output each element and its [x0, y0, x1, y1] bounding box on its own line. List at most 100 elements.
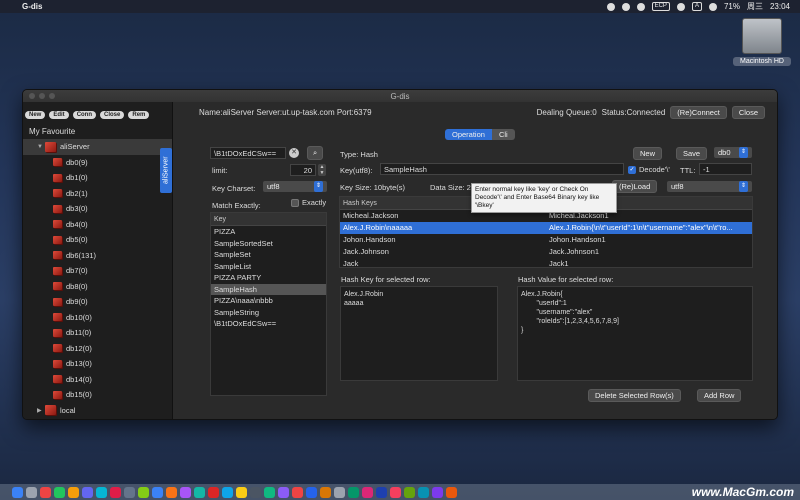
dock-app-icon[interactable]: [54, 486, 65, 498]
dock-app-icon[interactable]: [82, 486, 93, 498]
key-column-header[interactable]: Key: [211, 213, 326, 226]
tree-db-item[interactable]: db7(0): [23, 263, 172, 279]
tree-db-item[interactable]: db14(0): [23, 372, 172, 388]
input-method-badge[interactable]: ECP: [651, 2, 670, 11]
day-label[interactable]: 周三: [747, 1, 763, 12]
dock-app-icon[interactable]: [432, 486, 443, 498]
search-button[interactable]: ⌕: [307, 146, 324, 160]
server-side-tab[interactable]: aliServer: [160, 148, 172, 193]
table-row[interactable]: Jack Jack1: [340, 258, 752, 270]
dock-app-icon[interactable]: [348, 486, 359, 498]
key-list-item[interactable]: PIZZA PARTY: [211, 272, 326, 284]
reload-button[interactable]: (Re)Load: [612, 180, 658, 193]
tree-db-item[interactable]: db5(0): [23, 232, 172, 248]
key-list-item[interactable]: SampleSet: [211, 249, 326, 261]
chevron-down-icon[interactable]: ▼: [37, 144, 45, 150]
clear-search-icon[interactable]: ✕: [289, 148, 299, 158]
ttl-input[interactable]: -1: [699, 163, 752, 175]
dock-app-icon[interactable]: [390, 486, 401, 498]
title-bar[interactable]: G-dis: [23, 90, 777, 102]
new-key-button[interactable]: New: [633, 147, 663, 160]
save-key-button[interactable]: Save: [676, 147, 708, 160]
dock-app-icon[interactable]: [362, 486, 373, 498]
dock-app-icon[interactable]: [180, 486, 191, 498]
close-button[interactable]: Close: [731, 105, 765, 119]
table-row-selected[interactable]: Alex.J.Robin\naaaaa Alex.J.Robin{\n\t"us…: [340, 222, 752, 234]
dock-app-icon[interactable]: [26, 486, 37, 498]
key-charset-select[interactable]: utf8 ⇕: [263, 181, 327, 192]
new-connection-button[interactable]: New: [25, 111, 46, 119]
dock-app-icon[interactable]: [446, 486, 457, 498]
tree-local-item[interactable]: ▶ local: [23, 403, 172, 419]
key-name-input[interactable]: SampleHash: [380, 163, 624, 175]
close-window-icon[interactable]: [29, 93, 35, 99]
limit-stepper[interactable]: ▲ ▼: [318, 164, 326, 176]
hash-value-textarea[interactable]: Alex.J.Robin{ "userId":1 "username":"ale…: [517, 286, 753, 381]
zoom-window-icon[interactable]: [49, 93, 55, 99]
table-row[interactable]: Johon.Handson Johon.Handson1: [340, 234, 752, 246]
status-icon[interactable]: [606, 2, 615, 11]
tree-db-item[interactable]: db9(0): [23, 294, 172, 310]
dock-app-icon[interactable]: [222, 486, 233, 498]
edit-connection-button[interactable]: Edit: [49, 111, 69, 119]
exactly-checkbox[interactable]: Exactly: [291, 198, 326, 208]
key-list-item[interactable]: PIZZA\naaa\nbbb: [211, 295, 326, 307]
key-list-item[interactable]: SampleList: [211, 261, 326, 273]
wifi-icon[interactable]: [708, 2, 717, 11]
key-list-item[interactable]: PIZZA: [211, 226, 326, 238]
desktop-drive[interactable]: Macintosh HD: [733, 18, 791, 66]
add-row-button[interactable]: Add Row: [697, 389, 742, 402]
db-select[interactable]: db0 ⇕: [714, 147, 752, 158]
tree-db-item[interactable]: db11(0): [23, 325, 172, 341]
app-menu-name[interactable]: G-dis: [22, 2, 42, 11]
dock-app-icon[interactable]: [250, 486, 261, 498]
key-list-item[interactable]: SampleSortedSet: [211, 238, 326, 250]
dock-app-icon[interactable]: [68, 486, 79, 498]
dock-app-icon[interactable]: [194, 486, 205, 498]
dock-app-icon[interactable]: [264, 486, 275, 498]
tree-db-item[interactable]: db0(9): [23, 155, 172, 171]
close-connection-button[interactable]: Close: [100, 111, 125, 119]
tree-db-item[interactable]: db3(0): [23, 201, 172, 217]
dock-app-icon[interactable]: [12, 486, 23, 498]
tree-db-item[interactable]: db4(0): [23, 217, 172, 233]
status-icon[interactable]: [636, 2, 645, 11]
dock-app-icon[interactable]: [124, 486, 135, 498]
dock-app-icon[interactable]: [110, 486, 121, 498]
reconnect-button[interactable]: (Re)Connect: [670, 105, 727, 119]
status-icon[interactable]: [621, 2, 630, 11]
tree-db-item[interactable]: db13(0): [23, 356, 172, 372]
chevron-right-icon[interactable]: ▶: [37, 407, 45, 414]
connect-button[interactable]: Conn: [72, 111, 97, 119]
key-list-item-selected[interactable]: SampleHash: [211, 283, 326, 295]
hard-drive-icon[interactable]: [742, 18, 782, 54]
key-list-item[interactable]: SampleString: [211, 307, 326, 319]
clock[interactable]: 23:04: [770, 2, 790, 11]
hash-key-textarea[interactable]: Alex.J.Robin aaaaa: [340, 286, 498, 381]
dock-app-icon[interactable]: [236, 486, 247, 498]
tree-db-item[interactable]: db2(1): [23, 186, 172, 202]
dock-app-icon[interactable]: [40, 486, 51, 498]
dock-app-icon[interactable]: [152, 486, 163, 498]
minimize-window-icon[interactable]: [39, 93, 45, 99]
dock-app-icon[interactable]: [306, 486, 317, 498]
dock-app-icon[interactable]: [208, 486, 219, 498]
limit-field[interactable]: 20: [290, 164, 316, 176]
dock-app-icon[interactable]: [292, 486, 303, 498]
decode-checkbox[interactable]: ✓ Decode'\': [628, 165, 670, 175]
tree-db-item[interactable]: db6(131): [23, 248, 172, 264]
tab-cli[interactable]: Cli: [491, 129, 515, 140]
value-charset-select[interactable]: utf8 ⇕: [667, 181, 752, 192]
tree-server-item[interactable]: ▼ aliServer: [23, 139, 172, 155]
tree-db-item[interactable]: db10(0): [23, 310, 172, 326]
key-search-input[interactable]: \B1tDOxEdCSw==: [210, 147, 286, 159]
dock-app-icon[interactable]: [418, 486, 429, 498]
dock-app-icon[interactable]: [138, 486, 149, 498]
dock-app-icon[interactable]: [278, 486, 289, 498]
tab-operation[interactable]: Operation: [445, 129, 492, 140]
dock-app-icon[interactable]: [166, 486, 177, 498]
tree-db-item[interactable]: db1(0): [23, 170, 172, 186]
dock-app-icon[interactable]: [404, 486, 415, 498]
delete-rows-button[interactable]: Delete Selected Row(s): [588, 389, 681, 402]
battery-percent[interactable]: 71%: [724, 2, 740, 11]
